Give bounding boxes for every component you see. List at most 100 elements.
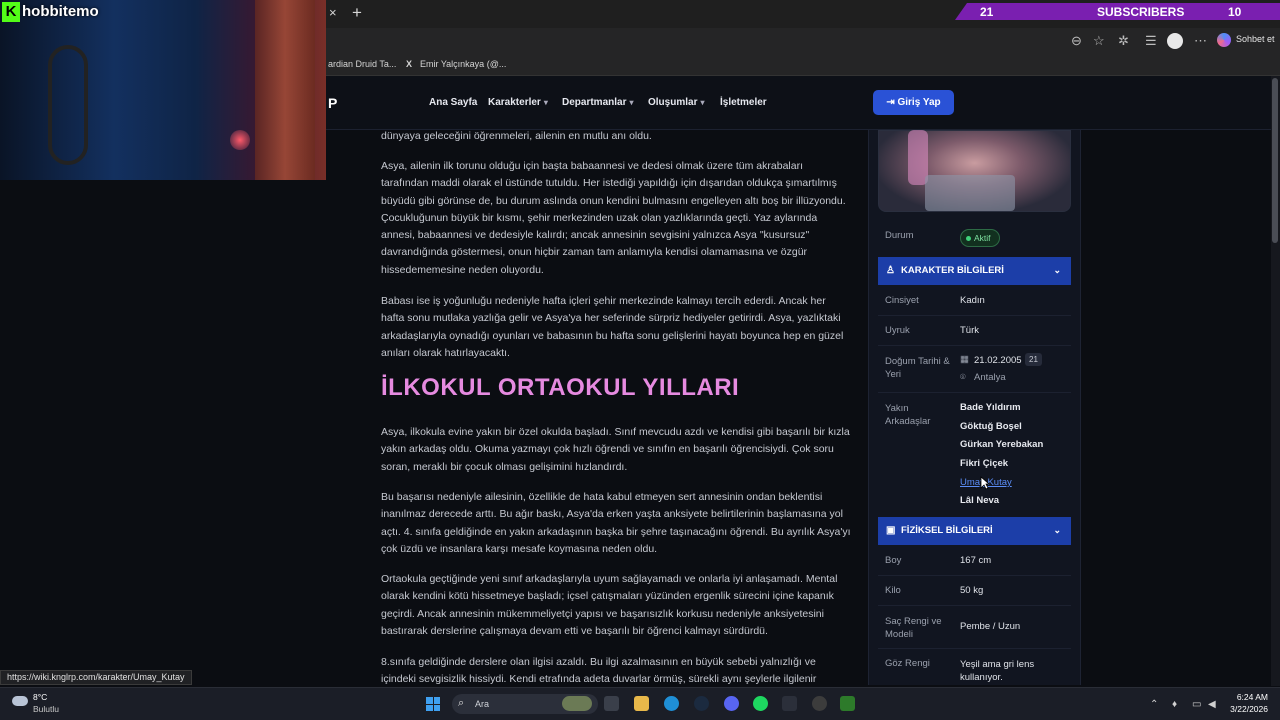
weather-temperature[interactable]: 8°C	[33, 692, 47, 702]
subs-right-count: 10	[1228, 5, 1242, 19]
chevron-down-icon: ▾	[700, 98, 705, 107]
chevron-down-icon: ▾	[543, 98, 548, 107]
character-info-title: KARAKTER BİLGİLERİ	[901, 265, 1004, 276]
weight-value: 50 kg	[960, 585, 984, 596]
physical-info-section[interactable]: ▣ FİZİKSEL BİLGİLERİ ⌄	[878, 517, 1071, 545]
x-icon: X	[406, 59, 413, 69]
friend-link[interactable]: Gürkan Yerebakan	[960, 439, 1043, 450]
login-icon: ⇥	[886, 97, 898, 108]
favorite-star-icon[interactable]: ☆	[1093, 33, 1105, 49]
more-menu-icon[interactable]: ⋯	[1194, 33, 1207, 49]
nav-departments-label: Departmanlar	[562, 97, 627, 108]
spotify-icon[interactable]	[753, 696, 768, 711]
scrollbar-thumb[interactable]	[1272, 78, 1278, 243]
age-badge: 21	[1025, 353, 1042, 366]
nationality-value: Türk	[960, 325, 979, 336]
nav-characters[interactable]: Karakterler ▾	[488, 97, 548, 108]
nav-organizations-label: Oluşumlar	[648, 97, 698, 108]
birth-date: 21.02.2005	[974, 355, 1022, 366]
gender-value: Kadın	[960, 295, 985, 306]
friend-link[interactable]: Lâl Neva	[960, 495, 999, 506]
link-status-bar: https://wiki.knglrp.com/karakter/Umay_Ku…	[0, 670, 192, 685]
discord-icon[interactable]	[724, 696, 739, 711]
file-explorer-icon[interactable]	[634, 696, 649, 711]
clock-date[interactable]: 3/22/2026	[1222, 704, 1268, 714]
friend-link[interactable]: Fikri Çiçek	[960, 458, 1008, 469]
windows-start-icon[interactable]	[426, 697, 440, 711]
webcam-light	[230, 130, 250, 150]
birth-place: Antalya	[974, 372, 1006, 383]
friend-link[interactable]: Bade Yıldırım	[960, 402, 1021, 413]
tray-chevron-up-icon[interactable]: ⌃	[1150, 699, 1158, 710]
weight-label: Kilo	[885, 585, 901, 596]
friends-label: Yakın Arkadaşlar	[885, 403, 931, 427]
divider	[878, 648, 1071, 649]
nav-organizations[interactable]: Oluşumlar ▾	[648, 97, 704, 108]
edge-browser-icon[interactable]	[664, 696, 679, 711]
divider	[878, 315, 1071, 316]
article-paragraph: Asya, ilkokula evine yakın bir özel okul…	[381, 426, 850, 473]
gender-label: Cinsiyet	[885, 295, 919, 306]
profile-avatar[interactable]	[1167, 33, 1183, 49]
volume-icon[interactable]: ◀	[1208, 699, 1216, 710]
hair-value: Pembe / Uzun	[960, 621, 1021, 632]
login-label: Giriş Yap	[897, 97, 941, 108]
obs-icon[interactable]	[812, 696, 827, 711]
physical-info-title: FİZİKSEL BİLGİLERİ	[901, 525, 993, 536]
character-info-section[interactable]: ♙ KARAKTER BİLGİLERİ ⌄	[878, 257, 1071, 285]
article-paragraph: 8.sınıfa geldiğinde derslere olan ilgisi…	[381, 656, 817, 686]
status-dot-icon	[966, 236, 971, 241]
nav-home[interactable]: Ana Sayfa	[429, 97, 477, 108]
calendar-icon: ▦	[960, 354, 969, 365]
divider	[878, 605, 1071, 606]
subscribers-banner: 21 SUBSCRIBERS 10	[955, 3, 1280, 20]
portrait-clothing-detail	[925, 175, 1015, 211]
cloud-icon[interactable]	[12, 696, 28, 706]
height-label: Boy	[885, 555, 902, 566]
mouse-pointer-icon	[980, 476, 990, 490]
extensions-icon[interactable]: ✲	[1118, 33, 1129, 49]
login-button[interactable]: ⇥ Giriş Yap	[873, 90, 954, 115]
site-logo[interactable]: P	[328, 95, 337, 111]
clock-time[interactable]: 6:24 AM	[1222, 692, 1268, 702]
nav-home-label: Ana Sayfa	[429, 97, 478, 108]
hair-label: Saç Rengi ve Modeli	[885, 616, 942, 640]
section-heading: İLKOKUL ORTAOKUL YILLARI	[381, 374, 740, 401]
eye-value: Yeşil ama gri lens kullanıyor.	[960, 659, 1035, 683]
weather-description[interactable]: Bulutlu	[33, 704, 59, 714]
nationality-label: Uyruk	[885, 325, 910, 336]
article-paragraph: Bu başarısı nedeniyle ailesinin, özellik…	[381, 491, 851, 555]
friend-link[interactable]: Göktuğ Boşel	[960, 421, 1022, 432]
favorites-icon[interactable]: ☰	[1145, 33, 1157, 49]
copilot-icon[interactable]	[1217, 33, 1231, 47]
article-paragraph: Asya, ailenin ilk torunu olduğu için baş…	[381, 160, 846, 276]
new-tab-icon[interactable]: +	[352, 3, 368, 23]
close-tab-icon[interactable]: ×	[329, 5, 343, 21]
reader-icon[interactable]: ⊖	[1071, 33, 1082, 49]
search-icon: ⌕	[458, 697, 465, 709]
network-icon[interactable]: ▭	[1192, 699, 1201, 710]
user-icon: ♙	[886, 265, 895, 276]
copilot-label[interactable]: Sohbet et	[1236, 34, 1275, 44]
subs-label: SUBSCRIBERS	[1097, 5, 1185, 19]
bookmark-item[interactable]: ardian Druid Ta...	[328, 59, 396, 69]
nav-businesses[interactable]: İşletmeler	[720, 97, 767, 108]
eye-label: Göz Rengi	[885, 658, 930, 669]
height-value: 167 cm	[960, 555, 992, 566]
kick-app-icon[interactable]	[840, 696, 855, 711]
steam-icon[interactable]	[694, 696, 709, 711]
divider	[878, 345, 1071, 346]
terminal-icon[interactable]	[782, 696, 797, 711]
bookmark-item[interactable]: Emir Yalçınkaya (@...	[420, 59, 506, 69]
search-highlight-icon	[562, 696, 592, 711]
microphone-icon[interactable]: ♦	[1172, 699, 1177, 710]
birth-label: Doğum Tarihi & Yeri	[885, 356, 950, 380]
webcam-background-door	[255, 0, 315, 180]
status-label: Durum	[885, 230, 914, 241]
channel-name: hobbitemo	[22, 3, 99, 20]
nav-businesses-label: İşletmeler	[720, 97, 767, 108]
divider	[878, 392, 1071, 393]
nav-departments[interactable]: Departmanlar ▾	[562, 97, 633, 108]
task-view-icon[interactable]	[604, 696, 619, 711]
kick-logo-icon: K	[2, 2, 20, 22]
